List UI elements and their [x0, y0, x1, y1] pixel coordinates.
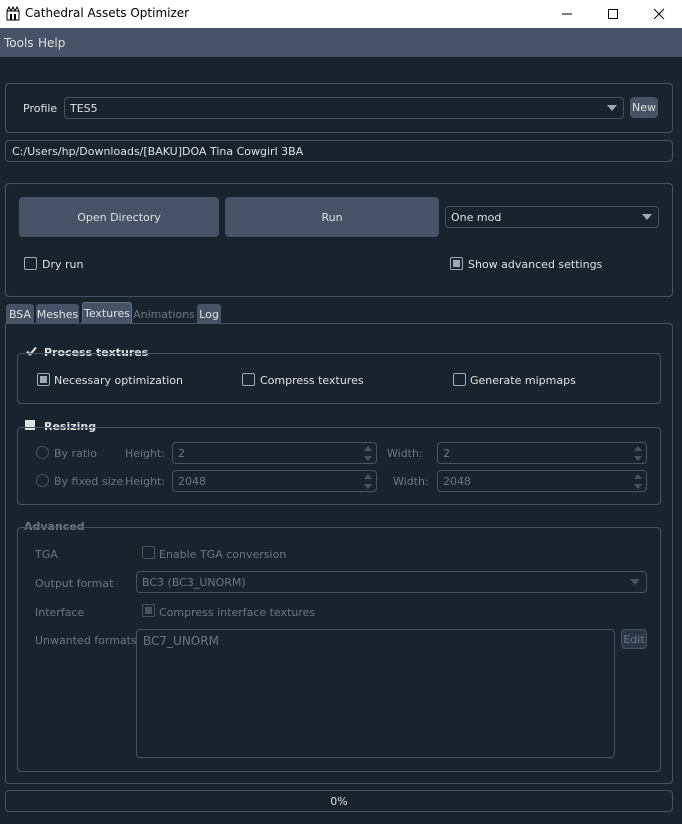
path-field[interactable]: C:/Users/hp/Downloads/[BAKU]DOA Tina Cow…: [5, 140, 673, 162]
tab-bsa[interactable]: BSA: [6, 304, 34, 324]
close-icon: [653, 8, 665, 20]
ratio-height-spinbox[interactable]: 2: [172, 442, 377, 464]
show-advanced-checkbox[interactable]: [450, 257, 463, 270]
output-format-label: Output format: [35, 577, 114, 590]
spinner-arrows-icon: [362, 472, 374, 492]
progress-bar: 0%: [5, 790, 673, 812]
enable-tga-checkbox[interactable]: [142, 546, 155, 559]
tab-animations[interactable]: Animations: [133, 304, 195, 324]
maximize-icon: [608, 9, 618, 19]
profile-label: Profile: [23, 102, 58, 115]
title-bar: Cathedral Assets Optimizer: [0, 0, 682, 28]
interface-label: Interface: [35, 606, 85, 619]
chevron-down-icon: [630, 579, 640, 585]
minimize-button[interactable]: [544, 0, 590, 28]
compress-textures-checkbox[interactable]: [242, 373, 255, 386]
menu-help[interactable]: Help: [38, 36, 65, 50]
enable-tga-label: Enable TGA conversion: [159, 548, 287, 561]
chevron-down-icon: [642, 214, 652, 220]
tab-log[interactable]: Log: [197, 304, 221, 324]
tga-label: TGA: [35, 548, 58, 561]
necessary-optimization-label: Necessary optimization: [54, 374, 183, 387]
resizing-group: [17, 427, 661, 505]
unwanted-formats-label: Unwanted formats: [35, 634, 137, 647]
menu-tools[interactable]: Tools: [4, 36, 34, 50]
by-fixed-size-radio[interactable]: [36, 474, 49, 487]
list-item[interactable]: BC7_UNORM: [143, 634, 219, 648]
mode-value: One mod: [451, 210, 502, 224]
by-ratio-label: By ratio: [54, 447, 97, 460]
fixed-width-label: Width:: [393, 475, 429, 488]
ratio-width-value: 2: [443, 446, 450, 460]
necessary-optimization-checkbox[interactable]: [37, 373, 50, 386]
spinner-arrows-icon: [632, 472, 644, 492]
dry-run-checkbox[interactable]: [24, 257, 37, 270]
ratio-height-label: Height:: [125, 447, 166, 460]
generate-mipmaps-checkbox[interactable]: [453, 373, 466, 386]
chevron-down-icon: [607, 105, 617, 111]
edit-button[interactable]: Edit: [621, 629, 647, 649]
menu-bar: Tools Help: [0, 28, 682, 57]
path-value: C:/Users/hp/Downloads/[BAKU]DOA Tina Cow…: [12, 144, 304, 158]
tab-meshes[interactable]: Meshes: [36, 304, 79, 324]
fixed-height-label: Height:: [125, 475, 166, 488]
close-button[interactable]: [636, 0, 682, 28]
show-advanced-label: Show advanced settings: [468, 258, 603, 271]
mode-combo[interactable]: One mod: [445, 206, 659, 228]
tab-textures[interactable]: Textures: [82, 302, 132, 324]
fixed-height-value: 2048: [178, 474, 206, 488]
dry-run-label: Dry run: [42, 258, 84, 271]
output-format-combo[interactable]: BC3 (BC3_UNORM): [136, 571, 647, 593]
spinner-arrows-icon: [362, 444, 374, 464]
fixed-height-spinbox[interactable]: 2048: [172, 470, 377, 492]
ratio-height-value: 2: [178, 446, 185, 460]
fixed-width-spinbox[interactable]: 2048: [437, 470, 647, 492]
app-icon: [6, 6, 20, 21]
ratio-width-spinbox[interactable]: 2: [437, 442, 647, 464]
minimize-icon: [562, 13, 572, 15]
profile-value: TES5: [70, 101, 98, 115]
by-ratio-radio[interactable]: [36, 446, 49, 459]
window-title: Cathedral Assets Optimizer: [25, 6, 190, 20]
run-button[interactable]: Run: [225, 197, 439, 237]
compress-interface-label: Compress interface textures: [159, 606, 316, 619]
progress-text: 0%: [330, 794, 348, 808]
ratio-width-label: Width:: [387, 447, 423, 460]
generate-mipmaps-label: Generate mipmaps: [470, 374, 576, 387]
compress-textures-label: Compress textures: [260, 374, 364, 387]
output-format-value: BC3 (BC3_UNORM): [142, 575, 246, 589]
spinner-arrows-icon: [632, 444, 644, 464]
maximize-button[interactable]: [590, 0, 636, 28]
compress-interface-checkbox[interactable]: [142, 604, 155, 617]
fixed-width-value: 2048: [443, 474, 471, 488]
unwanted-formats-list[interactable]: BC7_UNORM: [136, 629, 615, 758]
new-profile-button[interactable]: New: [630, 97, 658, 118]
by-fixed-size-label: By fixed size: [54, 475, 124, 488]
profile-combo[interactable]: TES5: [64, 97, 624, 119]
open-directory-button[interactable]: Open Directory: [19, 197, 219, 237]
